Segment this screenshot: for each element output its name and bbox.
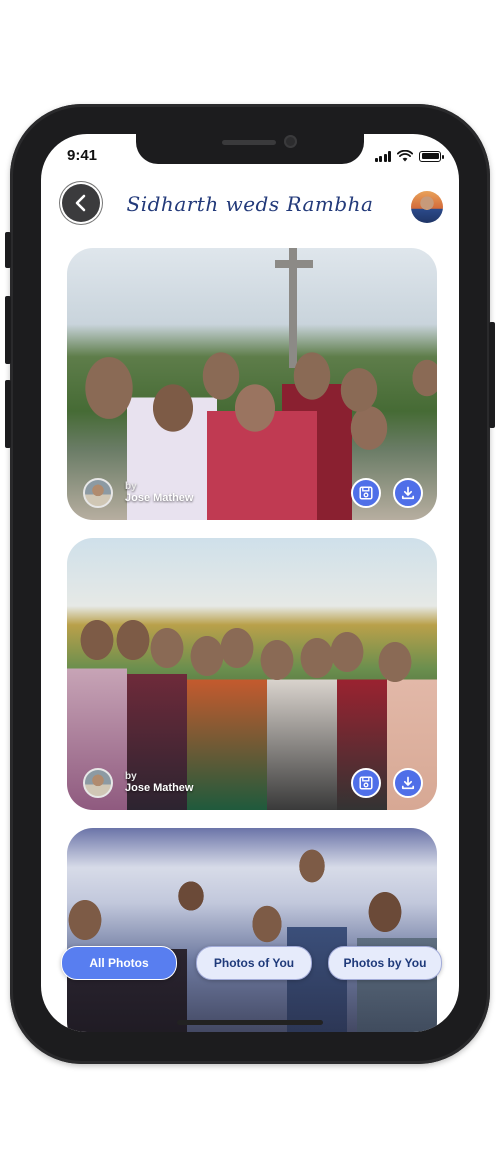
volume-down-button	[5, 380, 11, 448]
signal-icon	[374, 150, 391, 162]
photo-card[interactable]: by Jose Mathew	[67, 248, 437, 520]
uploader-name: Jose Mathew	[125, 782, 194, 795]
status-time: 9:41	[67, 147, 98, 164]
uploader-avatar	[83, 478, 113, 508]
tab-all-photos[interactable]: All Photos	[61, 946, 177, 980]
front-camera	[284, 135, 297, 148]
download-icon	[401, 776, 415, 790]
uploader-info: by Jose Mathew	[83, 768, 193, 798]
home-indicator[interactable]	[177, 1020, 323, 1025]
status-icons	[374, 150, 444, 162]
download-button[interactable]	[393, 768, 423, 798]
uploader-avatar	[83, 768, 113, 798]
battery-icon	[419, 150, 444, 162]
photo-filter-tabs: All Photos Photos of You Photos by You	[41, 946, 459, 982]
notch	[136, 134, 364, 164]
silent-switch	[5, 232, 11, 268]
speaker	[222, 140, 276, 145]
photo-card[interactable]: by Jose Mathew	[67, 538, 437, 810]
volume-up-button	[5, 296, 11, 364]
by-label: by	[125, 770, 137, 782]
power-button	[489, 322, 495, 428]
wifi-icon	[397, 150, 413, 162]
photo-card[interactable]	[67, 828, 437, 1032]
profile-avatar[interactable]	[411, 191, 443, 223]
uploader-name: Jose Mathew	[125, 492, 194, 505]
save-icon	[359, 776, 373, 790]
screen: 9:41 Sidharth weds Rambha by Jose Mathew	[41, 134, 459, 1032]
tab-photos-of-you[interactable]: Photos of You	[196, 946, 312, 980]
back-button[interactable]	[62, 184, 100, 222]
by-label: by	[125, 480, 137, 492]
save-button[interactable]	[351, 478, 381, 508]
chevron-left-icon	[75, 194, 86, 212]
event-title: Sidharth weds Rambha	[126, 192, 374, 216]
save-button[interactable]	[351, 768, 381, 798]
download-icon	[401, 486, 415, 500]
uploader-info: by Jose Mathew	[83, 478, 193, 508]
save-icon	[359, 486, 373, 500]
download-button[interactable]	[393, 478, 423, 508]
tab-photos-by-you[interactable]: Photos by You	[328, 946, 442, 980]
